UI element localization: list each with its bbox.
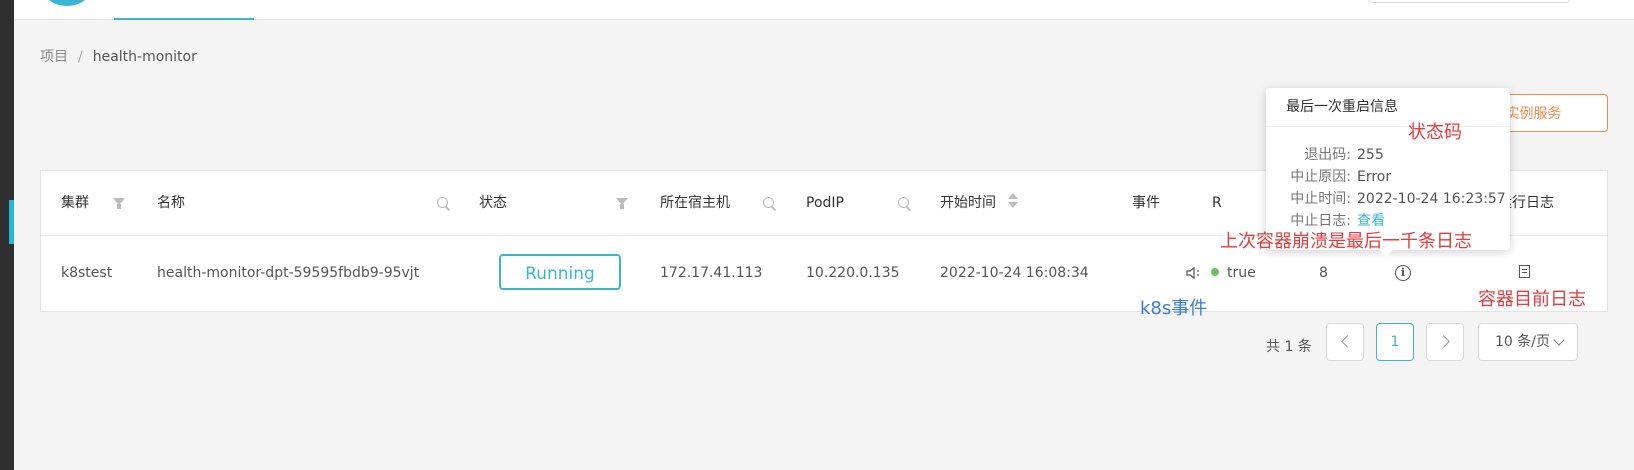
ready-status-dot bbox=[1211, 268, 1219, 276]
search-icon[interactable] bbox=[898, 197, 909, 208]
filter-icon[interactable] bbox=[113, 198, 125, 209]
popover-title: 最后一次重启信息 bbox=[1286, 99, 1398, 115]
breadcrumb-root[interactable]: 项目 bbox=[40, 49, 68, 65]
prev-page-button[interactable] bbox=[1326, 323, 1364, 361]
pagination-total: 共 1 条 bbox=[1266, 339, 1312, 355]
status-badge: Running bbox=[499, 254, 621, 290]
filter-icon[interactable] bbox=[616, 198, 628, 209]
speaker-icon[interactable] bbox=[1186, 266, 1204, 280]
breadcrumb-separator: / bbox=[78, 49, 83, 65]
page-button-1[interactable]: 1 bbox=[1376, 323, 1414, 361]
info-icon[interactable]: i bbox=[1395, 265, 1411, 281]
terminated-time-row: 中止时间: 2022-10-24 16:23:57 bbox=[1266, 188, 1510, 208]
log-icon[interactable] bbox=[1519, 265, 1530, 278]
search-icon[interactable] bbox=[763, 197, 774, 208]
column-header-cluster: 集群 bbox=[61, 195, 89, 211]
search-icon[interactable] bbox=[437, 197, 448, 208]
exit-code-label: 退出码: bbox=[1304, 147, 1351, 163]
annotation-status-code: 状态码 bbox=[1408, 122, 1462, 143]
reason-value: Error bbox=[1357, 169, 1392, 185]
column-header-status: 状态 bbox=[479, 195, 507, 211]
cell-podip: 10.220.0.135 bbox=[806, 265, 900, 281]
logo bbox=[44, 0, 90, 6]
cell-host: 172.17.41.113 bbox=[660, 265, 763, 281]
top-navbar bbox=[14, 0, 1634, 20]
annotation-k8s-events: k8s事件 bbox=[1140, 298, 1208, 319]
column-header-ready: R bbox=[1212, 195, 1222, 211]
sort-icon[interactable] bbox=[1008, 193, 1018, 211]
breadcrumb: 项目 / health-monitor bbox=[40, 46, 197, 66]
cell-cluster: k8stest bbox=[61, 265, 113, 281]
popover-divider bbox=[1266, 126, 1510, 127]
column-header-events: 事件 bbox=[1132, 195, 1160, 211]
next-page-button[interactable] bbox=[1426, 323, 1464, 361]
exit-code-value: 255 bbox=[1357, 147, 1384, 163]
restart-info-popover: 最后一次重启信息 退出码: 255 中止原因: Error 中止时间: 2022-10… bbox=[1266, 88, 1510, 257]
column-header-podip: PodIP bbox=[806, 195, 844, 211]
exit-code-row: 退出码: 255 bbox=[1266, 144, 1510, 164]
column-header-host: 所在宿主机 bbox=[660, 195, 730, 211]
breadcrumb-current: health-monitor bbox=[92, 49, 197, 65]
chevron-right-icon bbox=[1436, 335, 1450, 348]
chevron-left-icon bbox=[1340, 335, 1354, 348]
reason-row: 中止原因: Error bbox=[1266, 166, 1510, 186]
page-size-value: 10 条/页 bbox=[1495, 334, 1550, 350]
annotation-current-logs: 容器目前日志 bbox=[1478, 289, 1586, 310]
column-header-start-time: 开始时间 bbox=[940, 195, 996, 211]
chevron-down-icon bbox=[1553, 334, 1565, 346]
column-header-name: 名称 bbox=[157, 195, 185, 211]
terminated-time-label: 中止时间: bbox=[1290, 191, 1351, 207]
sidebar-active-indicator bbox=[9, 200, 14, 244]
terminated-time-value: 2022-10-24 16:23:57 bbox=[1357, 191, 1506, 207]
cell-start-time: 2022-10-24 16:08:34 bbox=[940, 265, 1089, 281]
top-search-input[interactable] bbox=[1368, 0, 1570, 3]
active-top-tab-indicator bbox=[114, 18, 254, 20]
cell-name: health-monitor-dpt-59595fbdb9-95vjt bbox=[157, 265, 420, 281]
reason-label: 中止原因: bbox=[1290, 169, 1351, 185]
annotation-last-crash-logs: 上次容器崩溃是最后一千条日志 bbox=[1220, 231, 1472, 252]
page-size-select[interactable]: 10 条/页 bbox=[1478, 323, 1578, 361]
